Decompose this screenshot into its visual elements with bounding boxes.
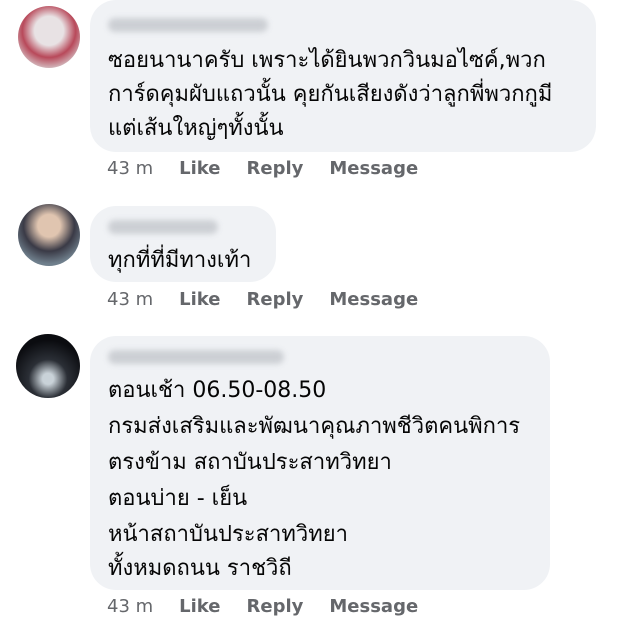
- comment-text-line: การ์ดคุมผับแถวนั้น คุยกันเสียงดังว่าลูกพ…: [108, 82, 553, 107]
- comment-author-name[interactable]: [108, 220, 218, 234]
- reply-button[interactable]: Reply: [247, 596, 304, 617]
- comment-bubble: ซอยนานาครับ เพราะได้ยินพวกวินมอไซค์,พวก …: [90, 0, 596, 152]
- comment-timestamp[interactable]: 43 m: [107, 596, 153, 617]
- comment-author-name[interactable]: [108, 350, 284, 364]
- comment-author-name[interactable]: [108, 18, 268, 32]
- like-button[interactable]: Like: [179, 289, 220, 310]
- comment-text-line: หน้าสถาบันประสาทวิทยา: [108, 522, 348, 547]
- comment-text-line: ตรงข้าม สถาบันประสาทวิทยา: [108, 450, 392, 475]
- comment-actions: 43 m Like Reply Message: [107, 596, 444, 617]
- comment-actions: 43 m Like Reply Message: [107, 158, 444, 179]
- comment-text-line: ทั้งหมดถนน ราชวิถี: [108, 556, 292, 581]
- comment-timestamp[interactable]: 43 m: [107, 158, 153, 179]
- comment-text-line: แต่เส้นใหญ่ๆทั้งนั้น: [108, 116, 284, 141]
- reply-button[interactable]: Reply: [247, 158, 304, 179]
- comment-bubble: ตอนเช้า 06.50-08.50 กรมส่งเสริมและพัฒนาค…: [90, 336, 550, 590]
- comment-timestamp[interactable]: 43 m: [107, 289, 153, 310]
- comment-text-line: ตอนบ่าย - เย็น: [108, 486, 248, 511]
- avatar[interactable]: [16, 334, 80, 398]
- like-button[interactable]: Like: [179, 596, 220, 617]
- message-button[interactable]: Message: [329, 289, 418, 310]
- comment-bubble: ทุกที่ที่มีทางเท้า: [90, 206, 276, 282]
- avatar[interactable]: [18, 6, 80, 68]
- comment-text-line: กรมส่งเสริมและพัฒนาคุณภาพชีวิตคนพิการ: [108, 414, 521, 439]
- message-button[interactable]: Message: [329, 158, 418, 179]
- like-button[interactable]: Like: [179, 158, 220, 179]
- comment-text-line: ซอยนานาครับ เพราะได้ยินพวกวินมอไซค์,พวก: [108, 48, 546, 73]
- reply-button[interactable]: Reply: [247, 289, 304, 310]
- message-button[interactable]: Message: [329, 596, 418, 617]
- comment-text-line: ตอนเช้า 06.50-08.50: [108, 378, 327, 403]
- avatar[interactable]: [18, 204, 80, 266]
- comment-actions: 43 m Like Reply Message: [107, 289, 444, 310]
- comment-text-line: ทุกที่ที่มีทางเท้า: [108, 248, 252, 273]
